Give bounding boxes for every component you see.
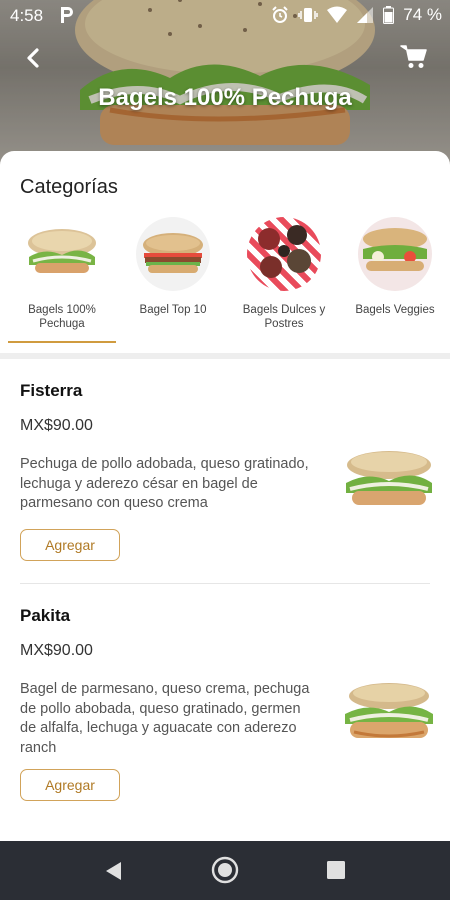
status-icons: 74 % bbox=[271, 5, 442, 25]
back-arrow-icon[interactable] bbox=[20, 44, 48, 72]
status-time: 4:58 bbox=[10, 6, 44, 25]
category-item-bagels-veggies[interactable]: Bagels Veggies bbox=[340, 217, 450, 317]
product-image bbox=[346, 451, 432, 505]
nav-back-icon[interactable] bbox=[103, 860, 123, 882]
alarm-icon bbox=[272, 6, 288, 23]
product-description: Pechuga de pollo adobada, queso gratinad… bbox=[20, 456, 309, 511]
categories-title: Categorías bbox=[20, 176, 118, 198]
add-to-cart-button[interactable]: Agregar bbox=[20, 769, 120, 801]
category-carousel[interactable]: Bagels 100% Pechuga Bagel Top 10 Bagels … bbox=[0, 217, 450, 347]
product-description: Bagel de parmesano, queso crema, pechuga… bbox=[20, 681, 310, 756]
parking-app-icon bbox=[61, 7, 73, 23]
product-price: MX$90.00 bbox=[20, 642, 93, 659]
content-sheet: Categorías Bagels 100% Pechuga Bagel Top… bbox=[0, 151, 450, 841]
category-label: Bagels 100% Pechuga bbox=[28, 304, 96, 330]
cell-signal-icon bbox=[357, 7, 374, 23]
category-label: Bagels Dulces y Postres bbox=[242, 304, 326, 330]
page-title: Bagels 100% Pechuga bbox=[98, 84, 352, 111]
battery-icon bbox=[383, 6, 395, 24]
wifi-icon bbox=[327, 6, 348, 23]
product-name: Pakita bbox=[20, 606, 71, 625]
product-price: MX$90.00 bbox=[20, 417, 93, 434]
shopping-cart-icon[interactable] bbox=[400, 44, 428, 70]
category-image bbox=[25, 217, 99, 291]
category-image bbox=[136, 217, 210, 291]
selected-category-indicator bbox=[8, 341, 116, 343]
category-item-bagel-top-10[interactable]: Bagel Top 10 bbox=[118, 217, 228, 317]
category-image bbox=[358, 217, 432, 291]
nav-recent-apps-icon[interactable] bbox=[327, 861, 345, 879]
category-label: Bagel Top 10 bbox=[139, 304, 207, 316]
product-image bbox=[345, 683, 433, 738]
nav-home-icon[interactable] bbox=[211, 856, 239, 884]
category-item-bagels-100-pechuga[interactable]: Bagels 100% Pechuga bbox=[7, 217, 117, 331]
add-to-cart-button[interactable]: Agregar bbox=[20, 529, 120, 561]
product-separator bbox=[20, 583, 430, 584]
section-divider bbox=[0, 353, 450, 359]
category-label: Bagels Veggies bbox=[355, 304, 435, 316]
battery-percentage: 74 % bbox=[403, 5, 442, 24]
category-image bbox=[247, 217, 321, 291]
system-navigation-bar bbox=[0, 841, 450, 900]
vibrate-icon bbox=[298, 8, 318, 22]
product-name: Fisterra bbox=[20, 381, 83, 400]
category-item-bagels-dulces-y-postres[interactable]: Bagels Dulces y Postres bbox=[229, 217, 339, 331]
status-bar: 4:58 74 % bbox=[0, 0, 450, 32]
